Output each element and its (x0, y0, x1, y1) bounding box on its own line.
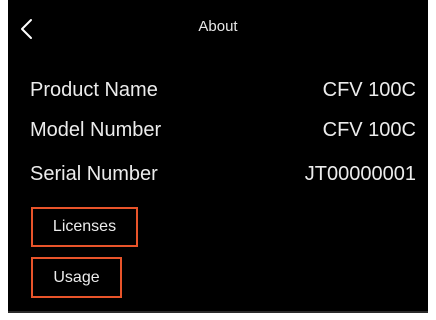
usage-button-label: Usage (53, 268, 100, 286)
model-number-label: Model Number (30, 119, 162, 141)
serial-number-label: Serial Number (30, 163, 158, 185)
header-bar: About (8, 0, 428, 58)
bottom-divider (8, 311, 428, 313)
usage-button[interactable]: Usage (31, 257, 122, 298)
info-row-product-name: Product Name CFV 100C (30, 79, 416, 109)
info-row-serial-number: Serial Number JT00000001 (30, 163, 416, 193)
model-number-value: CFV 100C (322, 119, 416, 141)
serial-number-value: JT00000001 (304, 163, 416, 185)
info-row-model-number: Model Number CFV 100C (30, 119, 416, 149)
product-name-label: Product Name (30, 79, 158, 101)
page-title: About (198, 18, 238, 35)
licenses-button-label: Licenses (52, 218, 117, 235)
licenses-button[interactable]: Licenses (31, 207, 138, 247)
product-name-value: CFV 100C (322, 79, 416, 101)
about-screen: About Product Name CFV 100C Model Number… (8, 0, 428, 313)
